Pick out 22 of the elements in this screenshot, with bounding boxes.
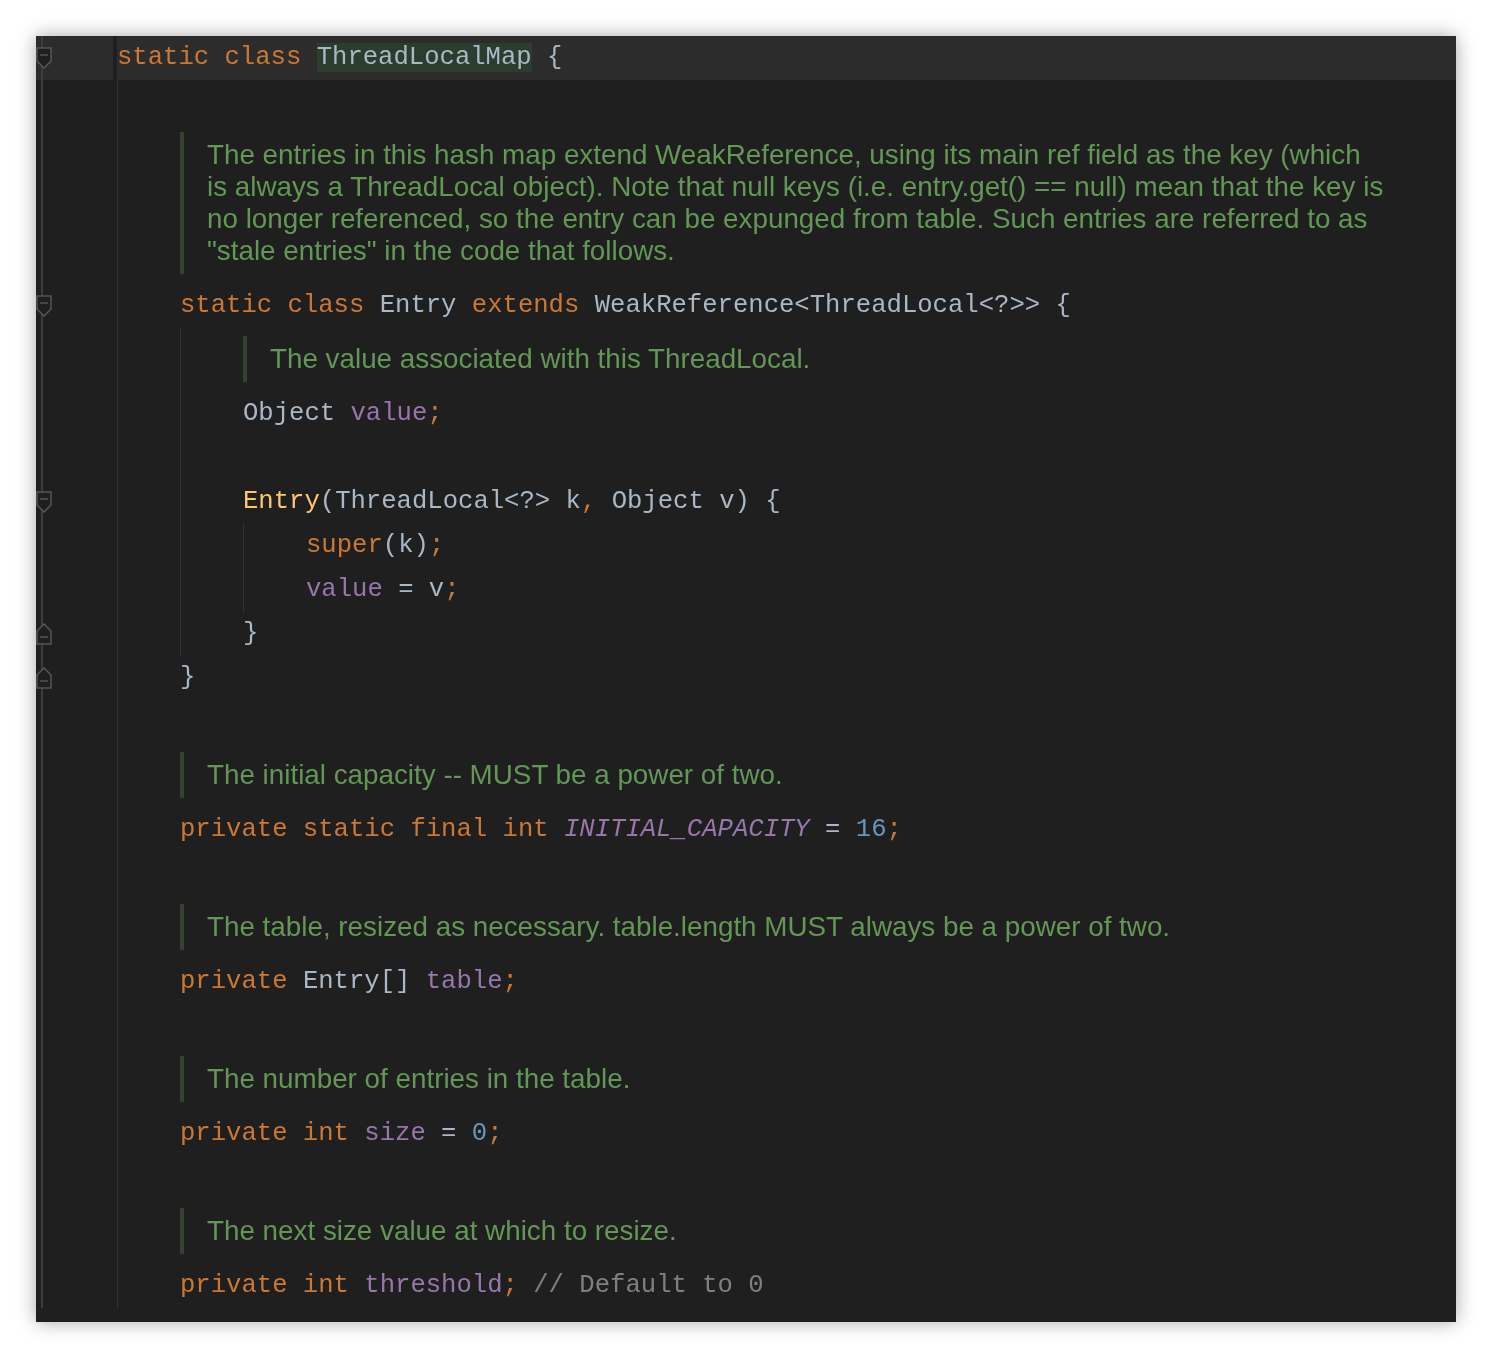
fold-icon[interactable]: [36, 667, 52, 689]
doc-comment: The table, resized as necessary. table.length MUST always be a power of two.: [180, 904, 1171, 950]
doc-comment: The value associated with this ThreadLocal.: [243, 336, 811, 382]
code-line: private int threshold; // Default to 0: [180, 1270, 765, 1302]
doc-comment: The initial capacity -- MUST be a power of two.: [180, 752, 783, 798]
doc-comment: The entries in this hash map extend WeakReference, using its main ref field as the key (which is always a ThreadLocal object). Note that null keys (i.e. entry.get() == null) mean that the key is no longer referenced, so the entry can be expunged from table. Such entries are referred to as "stale entries" in the code that follows.: [180, 132, 1386, 274]
fold-icon[interactable]: [36, 491, 52, 513]
code-line: private Entry[] table;: [180, 966, 519, 998]
code-line: Object value;: [243, 398, 444, 430]
code-line: private int size = 0;: [180, 1118, 504, 1150]
code-line: }: [180, 662, 197, 694]
code-line: static class Entry extends WeakReference<ThreadLocal<?>> {: [180, 290, 1072, 322]
doc-comment: The number of entries in the table.: [180, 1056, 631, 1102]
fold-icon[interactable]: [36, 295, 52, 317]
fold-icon[interactable]: [36, 623, 52, 645]
code-line: Entry(ThreadLocal<?> k, Object v) {: [243, 486, 782, 518]
doc-comment: The next size value at which to resize.: [180, 1208, 677, 1254]
fold-icon[interactable]: [36, 47, 52, 69]
code-line: }: [243, 618, 260, 650]
code-line: super(k);: [306, 530, 446, 562]
code-line: value = v;: [306, 574, 461, 606]
code-line: private static final int INITIAL_CAPACITY = 16;: [180, 814, 903, 846]
